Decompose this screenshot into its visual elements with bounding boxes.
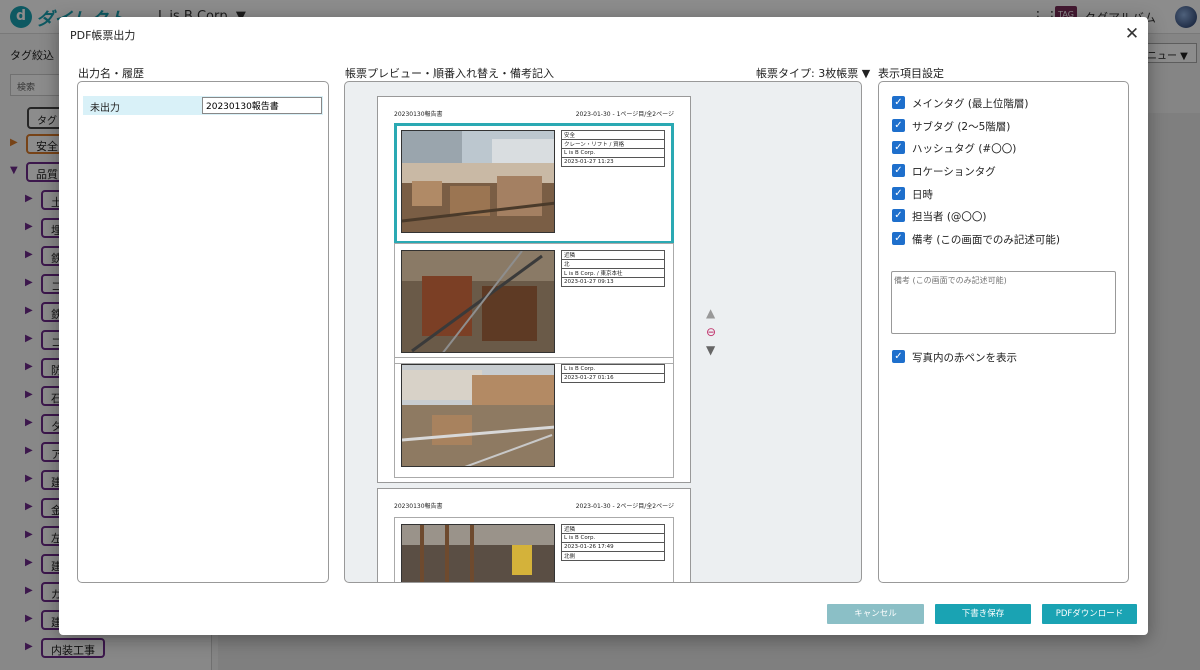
form-type-select[interactable]: 帳票タイプ: 3枚帳票 ▼ <box>756 65 870 81</box>
remove-icon[interactable]: ⊖ <box>706 325 716 339</box>
move-down-icon[interactable]: ▼ <box>706 343 715 357</box>
option-label: メインタグ (最上位階層) <box>912 98 1029 110</box>
page-title: 20230130報告書 <box>394 111 443 118</box>
tag-cell: L is B Corp. <box>561 533 665 543</box>
option-label: サブタグ (2〜5階層) <box>912 121 1011 133</box>
option-label: ハッシュタグ (#〇〇) <box>912 143 1017 155</box>
tag-cell: 北 <box>561 259 665 269</box>
page-info: 2023-01-30 - 1ページ目/全2ページ <box>575 111 674 118</box>
checkbox-checked-icon[interactable]: ✓ <box>892 209 905 222</box>
photo-tag-table: 近隣 L is B Corp. 2023-01-26 17:49 北側 <box>561 524 665 561</box>
pdf-download-button[interactable]: PDFダウンロード <box>1042 604 1137 624</box>
close-icon[interactable]: ✕ <box>1123 25 1141 43</box>
settings-section-label: 表示項目設定 <box>878 67 944 80</box>
history-panel: 未出力 <box>77 81 329 583</box>
tag-cell: 近隣 <box>561 524 665 534</box>
checkbox-checked-icon[interactable]: ✓ <box>892 164 905 177</box>
tag-cell: 安全 <box>561 130 665 140</box>
photo-tag-table: L is B Corp. 2023-01-27 01:16 <box>561 364 665 383</box>
checkbox-checked-icon[interactable]: ✓ <box>892 187 905 200</box>
tag-cell: 2023-01-26 17:49 <box>561 542 665 552</box>
remarks-textarea[interactable] <box>891 271 1116 334</box>
output-name-input[interactable] <box>202 97 322 114</box>
tag-cell: L is B Corp. / 東京本社 <box>561 268 665 278</box>
checkbox-checked-icon[interactable]: ✓ <box>892 141 905 154</box>
preview-page-1: 20230130報告書 2023-01-30 - 1ページ目/全2ページ 安全 … <box>377 96 691 483</box>
option-label: ロケーションタグ <box>912 166 996 178</box>
cancel-button[interactable]: キャンセル <box>827 604 924 624</box>
history-section-label: 出力名・履歴 <box>78 67 144 80</box>
preview-page-2: 20230130報告書 2023-01-30 - 2ページ目/全2ページ 近隣 <box>377 488 691 582</box>
pdf-export-modal: PDF帳票出力 ✕ 出力名・履歴 未出力 帳票プレビュー・順番入れ替え・備考記入… <box>59 17 1148 635</box>
tag-cell: 2023-01-27 11:23 <box>561 157 665 167</box>
photo-entry[interactable]: L is B Corp. 2023-01-27 01:16 <box>394 357 674 478</box>
photo-entry-selected[interactable]: 安全 クレーン・リフト / 資格 L is B Corp. 2023-01-27… <box>394 123 674 244</box>
history-row[interactable]: 未出力 <box>83 96 323 115</box>
preview-section-label: 帳票プレビュー・順番入れ替え・備考記入 <box>345 67 554 80</box>
tag-cell: 2023-01-27 09:13 <box>561 277 665 287</box>
move-up-icon[interactable]: ▲ <box>706 306 715 320</box>
tag-cell: L is B Corp. <box>561 364 665 374</box>
option-label: 写真内の赤ペンを表示 <box>912 352 1017 364</box>
option-label: 備考 (この画面でのみ記述可能) <box>912 234 1061 246</box>
site-photo <box>401 250 555 353</box>
option-label: 日時 <box>912 189 933 201</box>
save-draft-button[interactable]: 下書き保存 <box>935 604 1031 624</box>
photo-entry[interactable]: 近隣 北 L is B Corp. / 東京本社 2023-01-27 09:1… <box>394 243 674 364</box>
page-title: 20230130報告書 <box>394 503 443 510</box>
checkbox-checked-icon[interactable]: ✓ <box>892 350 905 363</box>
tag-cell: L is B Corp. <box>561 148 665 158</box>
modal-title: PDF帳票出力 <box>70 29 136 42</box>
checkbox-checked-icon[interactable]: ✓ <box>892 232 905 245</box>
tag-cell: 2023-01-27 01:16 <box>561 373 665 383</box>
photo-tag-table: 安全 クレーン・リフト / 資格 L is B Corp. 2023-01-27… <box>561 130 665 167</box>
page-info: 2023-01-30 - 2ページ目/全2ページ <box>575 503 674 510</box>
tag-cell: 近隣 <box>561 250 665 260</box>
tag-cell: クレーン・リフト / 資格 <box>561 139 665 149</box>
photo-entry[interactable]: 近隣 L is B Corp. 2023-01-26 17:49 北側 <box>394 517 674 582</box>
photo-tag-table: 近隣 北 L is B Corp. / 東京本社 2023-01-27 09:1… <box>561 250 665 287</box>
checkbox-checked-icon[interactable]: ✓ <box>892 119 905 132</box>
site-photo <box>401 524 555 582</box>
settings-panel: ✓ メインタグ (最上位階層) ✓ サブタグ (2〜5階層) ✓ ハッシュタグ (#〇… <box>878 81 1129 583</box>
tag-cell: 北側 <box>561 551 665 561</box>
option-label: 担当者 (@〇〇) <box>912 211 987 223</box>
history-status: 未出力 <box>90 103 120 114</box>
checkbox-checked-icon[interactable]: ✓ <box>892 96 905 109</box>
preview-panel: 20230130報告書 2023-01-30 - 1ページ目/全2ページ 安全 … <box>344 81 862 583</box>
site-photo <box>401 130 555 233</box>
site-photo <box>401 364 555 467</box>
